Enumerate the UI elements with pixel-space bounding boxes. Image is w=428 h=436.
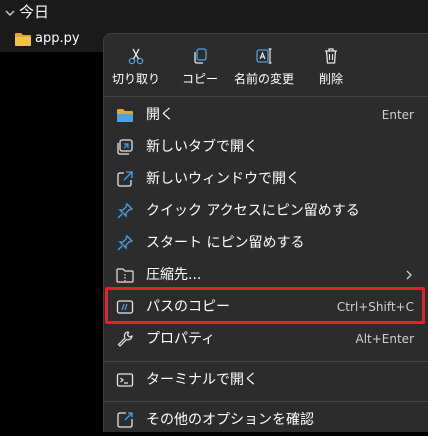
- zip-folder-icon: [116, 268, 134, 283]
- menu-item-label: スタート にピン留めする: [146, 235, 305, 251]
- menu-item-label: 新しいウィンドウで開く: [146, 171, 300, 187]
- pin-icon: [117, 202, 134, 219]
- file-name: app.py: [35, 31, 80, 46]
- wrench-icon: [117, 331, 133, 347]
- menu-item-open-new-window[interactable]: 新しいウィンドウで開く: [104, 163, 428, 195]
- shortcut-label: Enter: [381, 108, 414, 122]
- group-title: 今日: [19, 3, 50, 21]
- menu-item-label: その他のオプションを確認: [146, 412, 314, 428]
- context-menu: 切り取り コピー 名前の変更 削除 開く Enter 新しいタブで開く 新しいウ…: [103, 33, 428, 432]
- menu-item-label: クイック アクセスにピン留めする: [146, 203, 360, 219]
- copy-path-icon: [116, 300, 134, 314]
- rename-button[interactable]: 名前の変更: [232, 34, 296, 94]
- chevron-right-icon: [406, 270, 412, 280]
- menu-item-pin-start[interactable]: スタート にピン留めする: [104, 227, 428, 259]
- divider: [104, 96, 428, 97]
- copy-icon: [194, 48, 207, 64]
- shortcut-label: Ctrl+Shift+C: [336, 300, 414, 314]
- new-tab-icon: [117, 139, 133, 155]
- chevron-down-icon: [5, 10, 15, 16]
- rename-icon: [256, 48, 272, 64]
- menu-item-label: パスのコピー: [146, 299, 230, 315]
- delete-button[interactable]: 削除: [299, 34, 363, 94]
- menu-item-more-options[interactable]: その他のオプションを確認: [104, 404, 428, 436]
- divider: [104, 401, 428, 402]
- menu-item-label: ターミナルで開く: [146, 372, 258, 388]
- delete-label: 削除: [318, 72, 343, 86]
- shortcut-label: Alt+Enter: [355, 332, 414, 346]
- group-header-today[interactable]: 今日: [0, 0, 428, 26]
- menu-item-open-terminal[interactable]: ターミナルで開く: [104, 364, 428, 396]
- context-menu-action-bar: 切り取り コピー 名前の変更 削除: [104, 34, 428, 94]
- menu-item-pin-quick-access[interactable]: クイック アクセスにピン留めする: [104, 195, 428, 227]
- new-window-icon: [117, 171, 133, 187]
- menu-item-open-new-tab[interactable]: 新しいタブで開く: [104, 131, 428, 163]
- menu-item-label: 開く: [146, 107, 174, 123]
- scissors-icon: [128, 48, 144, 65]
- menu-item-label: プロパティ: [146, 331, 216, 347]
- menu-item-label: 新しいタブで開く: [146, 139, 258, 155]
- divider: [104, 361, 428, 362]
- folder-open-icon: [117, 109, 133, 122]
- menu-item-copy-path[interactable]: パスのコピー Ctrl+Shift+C: [104, 291, 428, 323]
- menu-item-compress-to[interactable]: 圧縮先...: [104, 259, 428, 291]
- menu-item-properties[interactable]: プロパティ Alt+Enter: [104, 323, 428, 355]
- more-options-icon: [117, 412, 133, 428]
- pin-icon: [117, 234, 134, 251]
- terminal-icon: [116, 373, 134, 387]
- folder-icon: [15, 33, 31, 46]
- trash-icon: [325, 48, 337, 64]
- menu-item-open[interactable]: 開く Enter: [104, 99, 428, 131]
- menu-item-label: 圧縮先...: [146, 267, 202, 283]
